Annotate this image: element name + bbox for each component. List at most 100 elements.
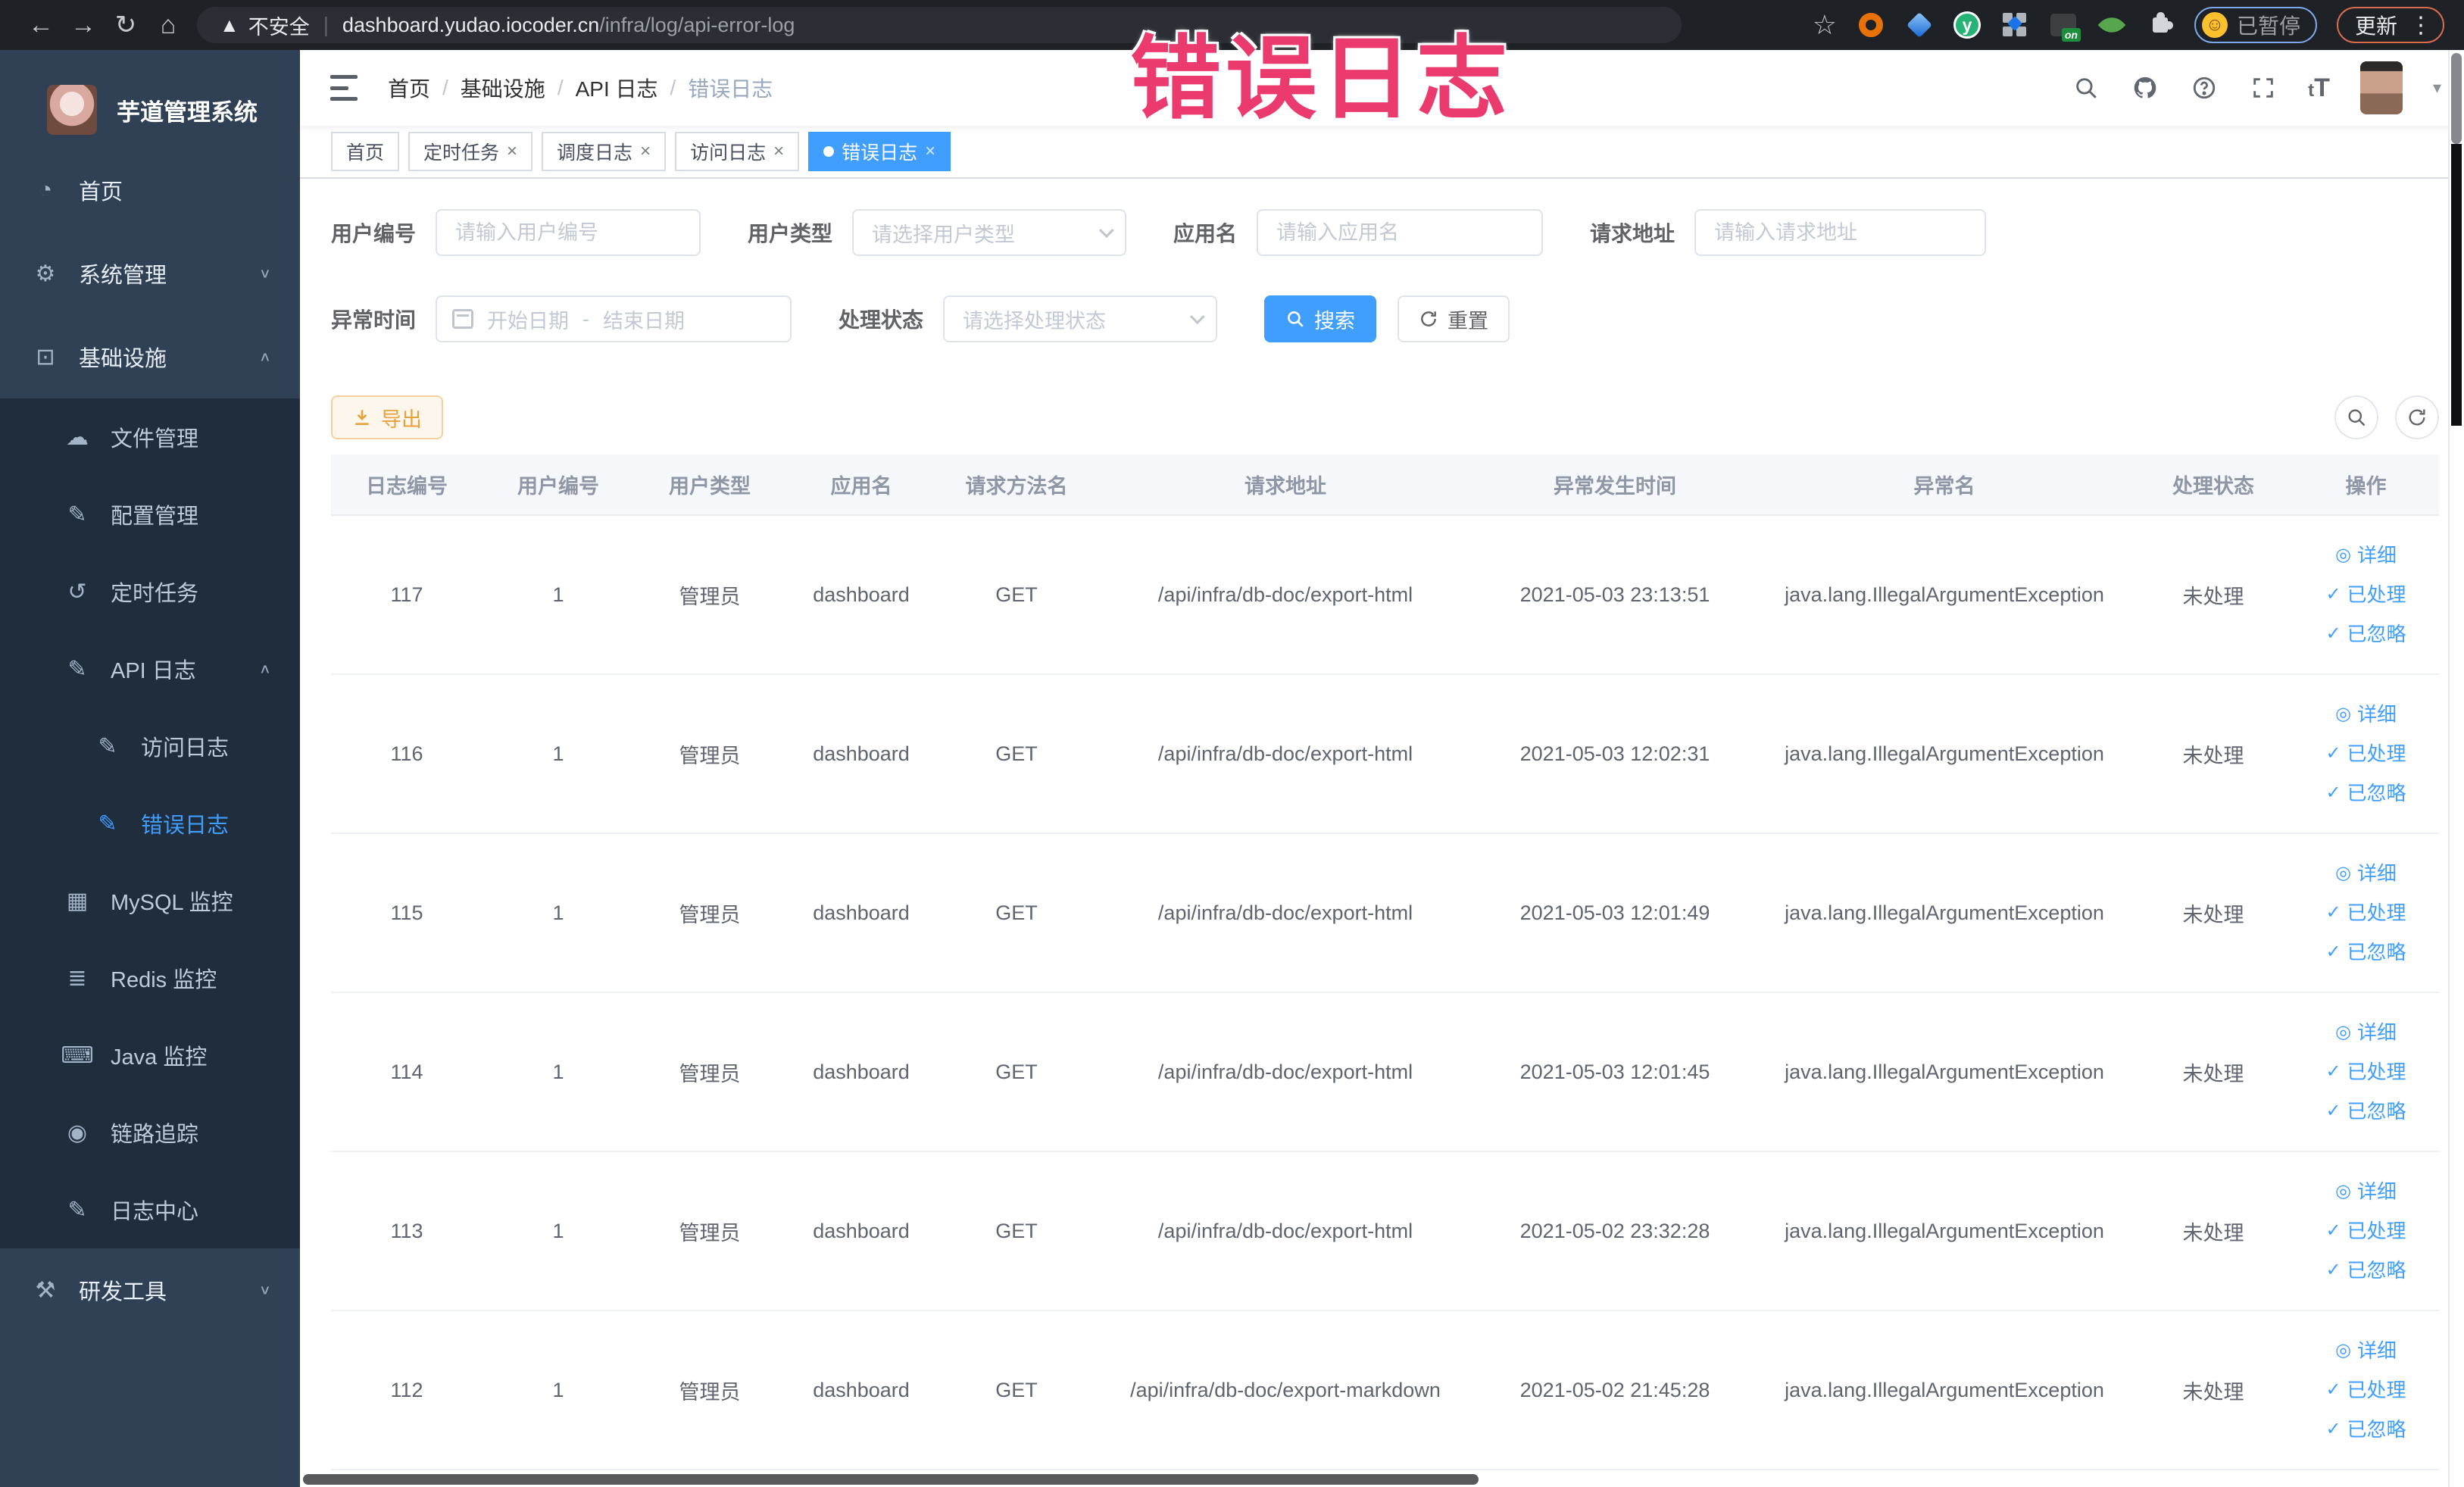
- action-2-link[interactable]: ✓ 已忽略: [2293, 614, 2439, 654]
- chevron-down-icon: [1098, 223, 1114, 239]
- action-1-link[interactable]: ✓ 已处理: [2293, 734, 2439, 773]
- ext-grid-icon[interactable]: [2000, 11, 2029, 39]
- process-status-select[interactable]: 请选择处理状态: [943, 295, 1218, 342]
- sidebar-item-14[interactable]: ⚒ 研发工具 ∨: [0, 1248, 300, 1332]
- sidebar-item-0[interactable]: ◔ 首页: [0, 148, 300, 232]
- cell-log-id: 116: [331, 674, 482, 834]
- app-name-label: 应用名: [1173, 222, 1238, 245]
- cell-log-id: 117: [331, 515, 482, 675]
- ext-on-badge-icon[interactable]: on: [2049, 11, 2081, 42]
- update-button[interactable]: 更新 ⋮: [2336, 7, 2444, 43]
- github-icon[interactable]: [2131, 73, 2160, 102]
- ext-green-y-icon[interactable]: y: [1953, 11, 1981, 39]
- reload-icon[interactable]: ↻: [105, 10, 147, 40]
- history-icon: ↺: [67, 579, 87, 604]
- search-button-label: 搜索: [1314, 309, 1356, 333]
- request-url-input[interactable]: [1694, 209, 1987, 256]
- close-icon[interactable]: ×: [925, 142, 935, 161]
- search-toggle-icon[interactable]: [2334, 395, 2378, 439]
- tab-1[interactable]: 定时任务 ×: [408, 132, 533, 171]
- sidebar-item-2[interactable]: ⊡ 基础设施 ∧: [0, 315, 300, 398]
- logo-row[interactable]: 芋道管理系统: [0, 50, 300, 148]
- action-1-link[interactable]: ✓ 已处理: [2293, 1211, 2439, 1251]
- sidebar-item-5[interactable]: ↺ 定时任务: [0, 553, 300, 630]
- sidebar-item-8[interactable]: ✎ 错误日志: [0, 785, 300, 862]
- search-icon[interactable]: [2072, 73, 2100, 102]
- bookmark-star-icon[interactable]: ☆: [1813, 9, 1837, 41]
- tab-4[interactable]: 错误日志 ×: [808, 132, 951, 171]
- breadcrumb-item-1[interactable]: 基础设施: [461, 73, 545, 103]
- sidebar-item-1[interactable]: ⚙ 系统管理 ∨: [0, 232, 300, 315]
- refresh-icon[interactable]: [2395, 395, 2439, 439]
- sidebar-item-label: 基础设施: [79, 347, 167, 371]
- filter-user-id: 用户编号: [331, 209, 701, 256]
- fullscreen-icon[interactable]: [2249, 73, 2278, 102]
- sidebar-item-3[interactable]: ☁ 文件管理: [0, 398, 300, 476]
- sidebar-item-13[interactable]: ✎ 日志中心: [0, 1171, 300, 1248]
- main-area: 首页 / 基础设施 / API 日志 / 错误日志 tT ▾ 首页 定时任务 × 调度日: [300, 50, 2464, 1487]
- paused-pill[interactable]: ☺ 已暂停: [2194, 7, 2317, 43]
- vertical-scrollbar-thumb[interactable]: [2451, 53, 2462, 144]
- sidebar-item-4[interactable]: ✎ 配置管理: [0, 476, 300, 553]
- sidebar-item-12[interactable]: ◉ 链路追踪: [0, 1094, 300, 1171]
- ext-orange-ring-icon[interactable]: [1857, 11, 1885, 39]
- action-2-link[interactable]: ✓ 已忽略: [2293, 1410, 2439, 1449]
- action-0-link[interactable]: ◎ 详细: [2293, 854, 2439, 893]
- action-0-link[interactable]: ◎ 详细: [2293, 536, 2439, 575]
- export-button[interactable]: 导出: [331, 395, 443, 439]
- action-0-link[interactable]: ◎ 详细: [2293, 695, 2439, 734]
- home-icon[interactable]: ⌂: [147, 11, 189, 40]
- action-0-link[interactable]: ◎ 详细: [2293, 1172, 2439, 1211]
- caret-down-icon[interactable]: ▾: [2433, 78, 2441, 98]
- action-1-link[interactable]: ✓ 已处理: [2293, 1370, 2439, 1410]
- user-id-input[interactable]: [436, 209, 701, 256]
- breadcrumb-item-0[interactable]: 首页: [388, 73, 430, 103]
- user-avatar[interactable]: [2359, 61, 2403, 114]
- breadcrumb-item-2[interactable]: API 日志: [576, 73, 658, 103]
- text-size-icon[interactable]: tT: [2308, 73, 2330, 103]
- sidebar-item-11[interactable]: ⌨ Java 监控: [0, 1017, 300, 1094]
- action-1-link[interactable]: ✓ 已处理: [2293, 893, 2439, 932]
- app-name-input[interactable]: [1257, 209, 1544, 256]
- tab-3[interactable]: 访问日志 ×: [675, 132, 800, 171]
- help-icon[interactable]: [2190, 73, 2219, 102]
- check-icon: ✓: [2325, 584, 2341, 604]
- browser-menu-icon[interactable]: ⋮: [2409, 12, 2432, 39]
- action-2-link[interactable]: ✓ 已忽略: [2293, 773, 2439, 813]
- hamburger-icon[interactable]: [330, 75, 361, 101]
- sidebar-item-10[interactable]: ≣ Redis 监控: [0, 939, 300, 1017]
- action-0-link[interactable]: ◎ 详细: [2293, 1013, 2439, 1052]
- action-1-link[interactable]: ✓ 已处理: [2293, 575, 2439, 614]
- sidebar-item-label: 访问日志: [141, 736, 230, 761]
- close-icon[interactable]: ×: [507, 142, 517, 161]
- tab-0[interactable]: 首页: [331, 132, 400, 171]
- reset-button[interactable]: 重置: [1398, 295, 1510, 342]
- action-2-link[interactable]: ✓ 已忽略: [2293, 1092, 2439, 1131]
- vertical-scrollbar-track: [2451, 144, 2462, 426]
- date-range-picker[interactable]: 开始日期 - 结束日期: [436, 295, 792, 342]
- sidebar-menu: ◔ 首页 ⚙ 系统管理 ∨ ⊡ 基础设施 ∧ ☁ 文件管理 ✎ 配置管理 ↺ 定时任务 ✎ API 日志 ∧ ✎ 访…: [0, 148, 300, 1332]
- action-0-link[interactable]: ◎ 详细: [2293, 1331, 2439, 1370]
- sidebar-item-9[interactable]: ▦ MySQL 监控: [0, 862, 300, 939]
- cell-actions: ◎ 详细 ✓ 已处理 ✓ 已忽略: [2293, 1310, 2439, 1470]
- vertical-scrollbar[interactable]: [2448, 50, 2464, 1487]
- close-icon[interactable]: ×: [773, 142, 784, 161]
- tab-2[interactable]: 调度日志 ×: [542, 132, 667, 171]
- ext-leaf-icon[interactable]: [2097, 11, 2126, 39]
- browser-chrome: ← → ↻ ⌂ ▲ 不安全 | dashboard.yudao.iocoder.…: [0, 0, 2464, 50]
- horizontal-scrollbar-thumb[interactable]: [303, 1474, 1479, 1485]
- search-button[interactable]: 搜索: [1264, 295, 1377, 342]
- user-type-select[interactable]: 请选择用户类型: [852, 209, 1127, 256]
- extensions-puzzle-icon[interactable]: [2146, 11, 2175, 39]
- action-1-link[interactable]: ✓ 已处理: [2293, 1052, 2439, 1092]
- back-icon[interactable]: ←: [20, 11, 62, 40]
- forward-icon[interactable]: →: [62, 11, 105, 40]
- sidebar-item-6[interactable]: ✎ API 日志 ∧: [0, 630, 300, 708]
- address-bar[interactable]: ▲ 不安全 | dashboard.yudao.iocoder.cn/infra…: [197, 7, 1682, 43]
- ext-blue-gem-icon[interactable]: [1905, 11, 1934, 39]
- sidebar-item-7[interactable]: ✎ 访问日志: [0, 708, 300, 785]
- sidebar-item-label: 配置管理: [111, 505, 199, 529]
- action-2-link[interactable]: ✓ 已忽略: [2293, 1251, 2439, 1290]
- close-icon[interactable]: ×: [640, 142, 651, 161]
- action-2-link[interactable]: ✓ 已忽略: [2293, 932, 2439, 972]
